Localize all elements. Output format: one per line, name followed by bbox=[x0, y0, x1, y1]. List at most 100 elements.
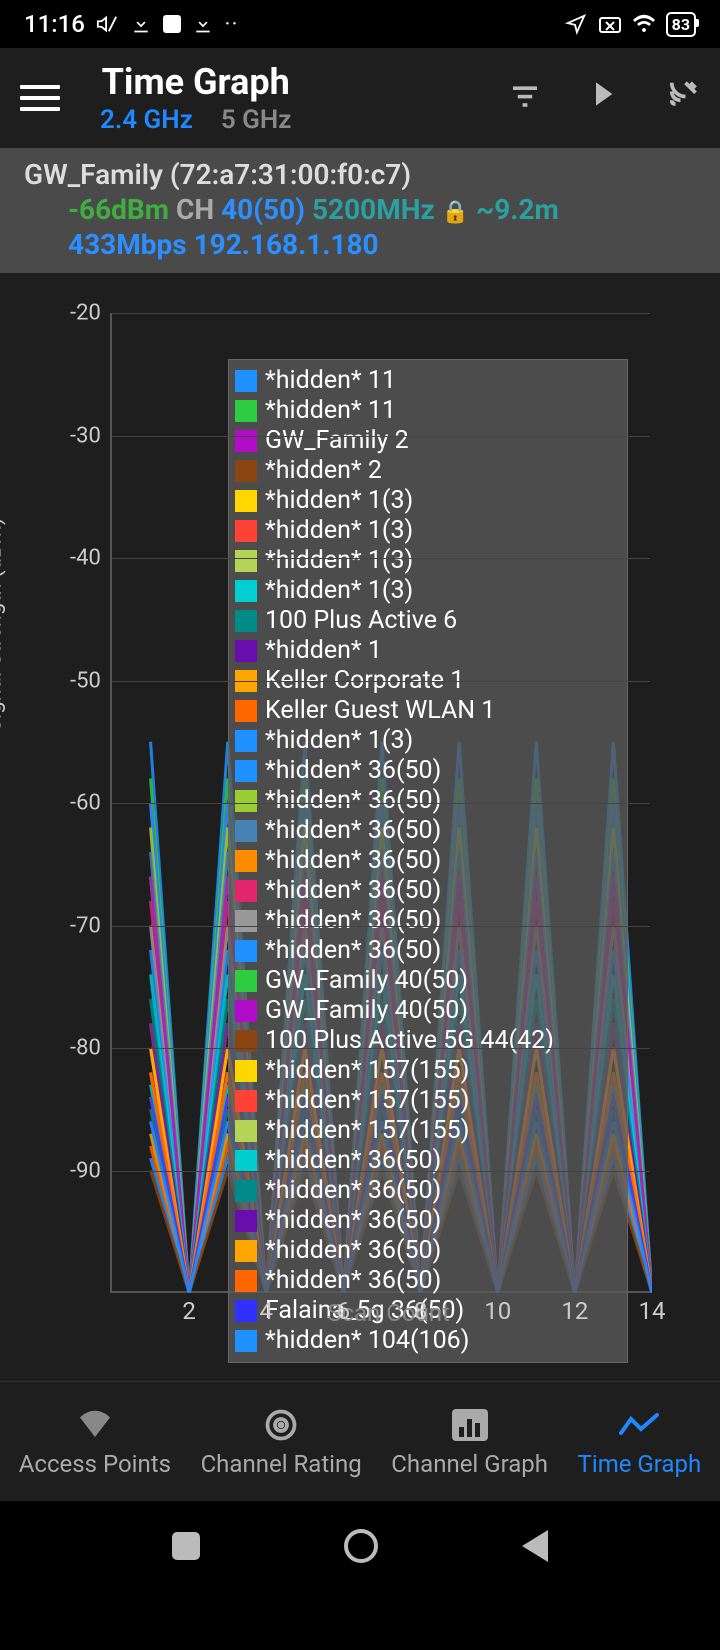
legend-swatch bbox=[235, 1060, 257, 1082]
nav-access-points[interactable]: Access Points bbox=[19, 1406, 171, 1478]
location-icon bbox=[564, 12, 588, 36]
download-icon bbox=[129, 12, 153, 36]
legend-item[interactable]: *hidden* 36(50) bbox=[235, 846, 617, 876]
legend-swatch bbox=[235, 400, 257, 422]
plot[interactable]: *hidden* 11*hidden* 11GW_Family 2*hidden… bbox=[110, 313, 650, 1293]
band-tab-5[interactable]: 5 GHz bbox=[221, 105, 292, 135]
legend-item[interactable]: GW_Family 40(50) bbox=[235, 966, 617, 996]
legend-item[interactable]: Keller Guest WLAN 1 bbox=[235, 696, 617, 726]
legend-label: GW_Family 2 bbox=[265, 426, 409, 456]
y-tick: -60 bbox=[70, 791, 101, 816]
legend-label: *hidden* 36(50) bbox=[265, 1236, 441, 1266]
chart-area: Signal Strength (dBm) *hidden* 11*hidden… bbox=[0, 273, 720, 1381]
legend-item[interactable]: *hidden* 36(50) bbox=[235, 1266, 617, 1296]
speed-value: 433Mbps bbox=[68, 228, 187, 261]
chart-legend[interactable]: *hidden* 11*hidden* 11GW_Family 2*hidden… bbox=[228, 359, 628, 1363]
legend-item[interactable]: *hidden* 1(3) bbox=[235, 726, 617, 756]
wifi-fan-icon bbox=[76, 1406, 114, 1444]
legend-item[interactable]: *hidden* 157(155) bbox=[235, 1086, 617, 1116]
battery-icon: 83 bbox=[666, 12, 696, 37]
legend-item[interactable]: *hidden* 1(3) bbox=[235, 516, 617, 546]
scan-icon[interactable] bbox=[666, 79, 700, 117]
legend-swatch bbox=[235, 1150, 257, 1172]
legend-label: *hidden* 1(3) bbox=[265, 486, 413, 516]
menu-button[interactable] bbox=[20, 85, 60, 111]
legend-swatch bbox=[235, 760, 257, 782]
line-chart-icon bbox=[619, 1406, 659, 1444]
legend-label: *hidden* 36(50) bbox=[265, 936, 441, 966]
status-bar: 11:16 ·· 83 bbox=[0, 0, 720, 48]
band-tab-24[interactable]: 2.4 GHz bbox=[100, 105, 193, 135]
y-tick: -80 bbox=[70, 1036, 101, 1061]
legend-swatch bbox=[235, 880, 257, 902]
play-button[interactable] bbox=[590, 80, 616, 116]
ssid-line: GW_Family (72:a7:31:00:f0:c7) bbox=[24, 158, 696, 191]
ip-value: 192.168.1.180 bbox=[194, 228, 379, 261]
legend-item[interactable]: *hidden* 36(50) bbox=[235, 786, 617, 816]
recents-button[interactable] bbox=[172, 1532, 200, 1560]
legend-item[interactable]: 100 Plus Active 5G 44(42) bbox=[235, 1026, 617, 1056]
legend-label: *hidden* 36(50) bbox=[265, 816, 441, 846]
legend-label: *hidden* 36(50) bbox=[265, 876, 441, 906]
legend-label: *hidden* 36(50) bbox=[265, 1176, 441, 1206]
download-icon-2 bbox=[191, 12, 215, 36]
legend-item[interactable]: *hidden* 36(50) bbox=[235, 1146, 617, 1176]
nav-time-graph[interactable]: Time Graph bbox=[578, 1406, 702, 1478]
legend-item[interactable]: *hidden* 36(50) bbox=[235, 1176, 617, 1206]
y-axis-label: Signal Strength (dBm) bbox=[0, 517, 7, 732]
legend-label: *hidden* 11 bbox=[265, 396, 396, 426]
home-button[interactable] bbox=[344, 1529, 378, 1563]
legend-swatch bbox=[235, 610, 257, 632]
legend-swatch bbox=[235, 520, 257, 542]
x-tick: 6 bbox=[337, 1297, 351, 1325]
square-icon bbox=[163, 15, 181, 33]
filter-button[interactable] bbox=[510, 81, 540, 116]
legend-label: *hidden* 36(50) bbox=[265, 906, 441, 936]
legend-swatch bbox=[235, 700, 257, 722]
legend-item[interactable]: *hidden* 11 bbox=[235, 366, 617, 396]
ch-label: CH bbox=[176, 193, 214, 226]
y-tick: -40 bbox=[70, 546, 101, 571]
freq-value: 5200MHz bbox=[312, 193, 435, 226]
x-tick: 10 bbox=[484, 1297, 511, 1325]
signal-dbm: -66dBm bbox=[68, 193, 169, 226]
legend-item[interactable]: *hidden* 104(106) bbox=[235, 1326, 617, 1356]
legend-item[interactable]: *hidden* 157(155) bbox=[235, 1056, 617, 1086]
legend-swatch bbox=[235, 1300, 257, 1322]
legend-item[interactable]: *hidden* 1(3) bbox=[235, 546, 617, 576]
legend-swatch bbox=[235, 970, 257, 992]
nav-channel-rating[interactable]: Channel Rating bbox=[201, 1406, 362, 1478]
mute-icon bbox=[95, 12, 119, 36]
legend-item[interactable]: *hidden* 36(50) bbox=[235, 1236, 617, 1266]
wifi-error-icon bbox=[598, 12, 622, 36]
android-nav-bar bbox=[0, 1501, 720, 1591]
legend-swatch bbox=[235, 370, 257, 392]
legend-item[interactable]: 100 Plus Active 6 bbox=[235, 606, 617, 636]
legend-item[interactable]: *hidden* 36(50) bbox=[235, 936, 617, 966]
legend-item[interactable]: *hidden* 36(50) bbox=[235, 906, 617, 936]
legend-item[interactable]: *hidden* 11 bbox=[235, 396, 617, 426]
legend-swatch bbox=[235, 1180, 257, 1202]
legend-item[interactable]: *hidden* 157(155) bbox=[235, 1116, 617, 1146]
legend-label: *hidden* 157(155) bbox=[265, 1116, 469, 1146]
back-button[interactable] bbox=[522, 1530, 548, 1562]
legend-item[interactable]: *hidden* 1(3) bbox=[235, 486, 617, 516]
legend-item[interactable]: *hidden* 36(50) bbox=[235, 756, 617, 786]
legend-item[interactable]: *hidden* 36(50) bbox=[235, 816, 617, 846]
legend-item[interactable]: *hidden* 1 bbox=[235, 636, 617, 666]
legend-label: *hidden* 1(3) bbox=[265, 516, 413, 546]
legend-item[interactable]: *hidden* 36(50) bbox=[235, 876, 617, 906]
legend-label: 100 Plus Active 5G 44(42) bbox=[265, 1026, 554, 1056]
nav-channel-graph[interactable]: Channel Graph bbox=[391, 1406, 548, 1478]
legend-item[interactable]: *hidden* 1(3) bbox=[235, 576, 617, 606]
legend-item[interactable]: GW_Family 40(50) bbox=[235, 996, 617, 1026]
legend-item[interactable]: *hidden* 2 bbox=[235, 456, 617, 486]
legend-item[interactable]: *hidden* 36(50) bbox=[235, 1206, 617, 1236]
y-tick: -30 bbox=[70, 423, 101, 448]
legend-swatch bbox=[235, 490, 257, 512]
legend-item[interactable]: GW_Family 2 bbox=[235, 426, 617, 456]
legend-swatch bbox=[235, 850, 257, 872]
legend-label: *hidden* 36(50) bbox=[265, 756, 441, 786]
y-tick: -70 bbox=[70, 913, 101, 938]
legend-label: GW_Family 40(50) bbox=[265, 996, 468, 1026]
